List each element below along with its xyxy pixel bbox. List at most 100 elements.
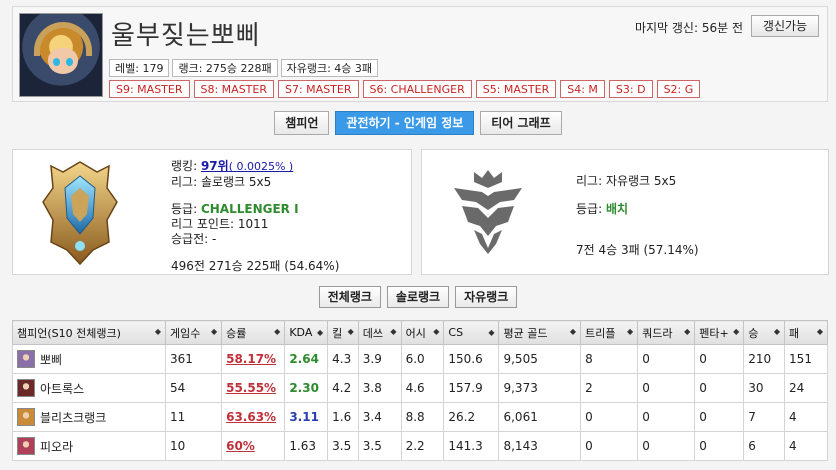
season-badge: S2: G	[656, 80, 701, 98]
solo-rank-panel: 랭킹: 97위( 0.0025% ) 리그: 솔로랭크 5x5 등급: CHAL…	[12, 149, 412, 275]
kills-value: 4.3	[332, 352, 352, 366]
champion-name[interactable]: 피오라	[40, 438, 73, 455]
games-value: 11	[170, 410, 186, 424]
tab-spectate[interactable]: 관전하기 - 인게임 정보	[335, 111, 475, 135]
season-history: S9: MASTER S8: MASTER S7: MASTER S6: CHA…	[109, 80, 701, 98]
losses-value: 24	[789, 381, 805, 395]
winrate-value[interactable]: 63.63%	[226, 410, 276, 424]
cell-quadra: 0	[637, 402, 696, 432]
season-badge: S6: CHALLENGER	[362, 80, 472, 98]
kda-value: 3.11	[289, 410, 319, 424]
level-tag: 레벨: 179	[109, 59, 170, 77]
col-games[interactable]: 게임수 ◆	[164, 320, 223, 345]
triple-value: 0	[585, 439, 593, 453]
cell-penta: 0	[694, 373, 745, 403]
col-deaths[interactable]: 데쓰 ◆	[357, 320, 402, 345]
cs-value: 150.6	[448, 352, 483, 366]
flex-record-tag: 자유랭크: 4승 3패	[280, 59, 379, 77]
col-assists[interactable]: 어시 ◆	[400, 320, 445, 345]
tab-solo-ranked[interactable]: 솔로랭크	[386, 286, 450, 308]
col-winrate[interactable]: 승률 ◆	[221, 320, 286, 345]
flex-league: 리그: 자유랭크 5x5	[576, 174, 677, 188]
col-triple[interactable]: 트리플 ◆	[580, 320, 639, 345]
losses-value: 4	[789, 439, 797, 453]
tab-champion[interactable]: 챔피언	[274, 111, 330, 135]
cell-wins: 30	[743, 373, 786, 403]
season-badge: S5: MASTER	[475, 80, 557, 98]
cell-cs: 141.3	[443, 431, 500, 461]
cell-wins: 7	[743, 402, 786, 432]
winrate-value[interactable]: 58.17%	[226, 352, 276, 366]
penta-value: 0	[699, 410, 707, 424]
cell-penta: 0	[694, 431, 745, 461]
quadra-value: 0	[642, 410, 650, 424]
ranking-link[interactable]: 97위	[201, 159, 229, 173]
cell-assists: 2.2	[400, 431, 445, 461]
cell-cs: 150.6	[443, 344, 500, 374]
season-badge: S3: D	[608, 80, 653, 98]
champion-portrait-icon	[17, 437, 35, 455]
table-row: 뽀삐 361 58.17% 2.64 4.3 3.9 6.0 150.6 9,505 8 0 0 210…	[12, 344, 828, 374]
kills-value: 3.5	[332, 439, 352, 453]
games-value: 10	[170, 439, 186, 453]
col-kda[interactable]: KDA ◆	[284, 320, 329, 345]
cell-deaths: 3.8	[357, 373, 402, 403]
champion-name[interactable]: 뽀삐	[40, 351, 62, 368]
ranking-label: 랭킹:	[171, 159, 198, 173]
avg-gold-value: 6,061	[503, 410, 538, 424]
col-avg-gold[interactable]: 평균 골드 ◆	[498, 320, 582, 345]
cell-wins: 210	[743, 344, 786, 374]
cell-champion: 피오라	[12, 431, 166, 461]
promo-status: 승급전: -	[171, 232, 217, 246]
avg-gold-value: 9,505	[503, 352, 538, 366]
ranking-line: 랭킹: 97위( 0.0025% )	[171, 157, 293, 174]
tab-flex-ranked[interactable]: 자유랭크	[455, 286, 518, 308]
main-tabs: 챔피언 관전하기 - 인게임 정보 티어 그래프	[0, 111, 836, 135]
col-losses[interactable]: 패 ◆	[784, 320, 828, 345]
cell-penta: 0	[694, 344, 745, 374]
triple-value: 8	[585, 352, 593, 366]
cell-kills: 1.6	[327, 402, 359, 432]
col-champion[interactable]: 챔피언(S10 전체랭크) ◆	[12, 320, 166, 345]
cell-kills: 4.3	[327, 344, 359, 374]
cell-quadra: 0	[637, 344, 696, 374]
champion-name[interactable]: 아트록스	[40, 380, 84, 397]
cell-cs: 26.2	[443, 402, 500, 432]
champion-portrait-icon	[17, 350, 35, 368]
winrate-value[interactable]: 60%	[226, 439, 255, 453]
champion-name[interactable]: 블리츠크랭크	[40, 409, 106, 426]
cell-champion: 블리츠크랭크	[12, 402, 166, 432]
flex-record: 7전 4승 3패 (57.14%)	[576, 243, 699, 257]
cell-games: 10	[164, 431, 223, 461]
profile-header: 울부짖는뽀삐 레벨: 179 랭크: 275승 228패 자유랭크: 4승 3패…	[12, 6, 828, 102]
deaths-value: 3.8	[362, 381, 382, 395]
cell-penta: 0	[694, 402, 745, 432]
penta-value: 0	[699, 381, 707, 395]
col-quadra[interactable]: 쿼드라 ◆	[637, 320, 696, 345]
col-penta[interactable]: 펜타+ ◆	[694, 320, 745, 345]
winrate-value[interactable]: 55.55%	[226, 381, 276, 395]
assists-value: 6.0	[405, 352, 425, 366]
cell-avg-gold: 6,061	[498, 402, 582, 432]
wins-value: 210	[748, 352, 772, 366]
cell-deaths: 3.9	[357, 344, 402, 374]
cell-winrate: 55.55%	[221, 373, 286, 403]
cs-value: 141.3	[448, 439, 483, 453]
col-kills[interactable]: 킬 ◆	[327, 320, 359, 345]
cell-kda: 2.30	[284, 373, 329, 403]
queue-filter-tabs: 전체랭크 솔로랭크 자유랭크	[0, 286, 836, 308]
tab-tier-graph[interactable]: 티어 그래프	[480, 111, 562, 135]
quadra-value: 0	[642, 439, 650, 453]
tab-all-ranked[interactable]: 전체랭크	[318, 286, 381, 308]
flex-rank-panel: 리그: 자유랭크 5x5 등급: 배치 7전 4승 3패 (57.14%)	[421, 149, 829, 275]
refresh-button[interactable]: 갱신가능	[751, 15, 819, 37]
champion-portrait-icon	[17, 379, 35, 397]
cell-kda: 2.64	[284, 344, 329, 374]
cell-wins: 6	[743, 431, 786, 461]
col-wins[interactable]: 승 ◆	[743, 320, 786, 345]
kda-value: 2.30	[289, 381, 319, 395]
col-cs[interactable]: CS ◆	[443, 320, 500, 345]
ranking-percent[interactable]: ( 0.0025% )	[229, 160, 294, 173]
cell-deaths: 3.5	[357, 431, 402, 461]
kills-value: 1.6	[332, 410, 352, 424]
